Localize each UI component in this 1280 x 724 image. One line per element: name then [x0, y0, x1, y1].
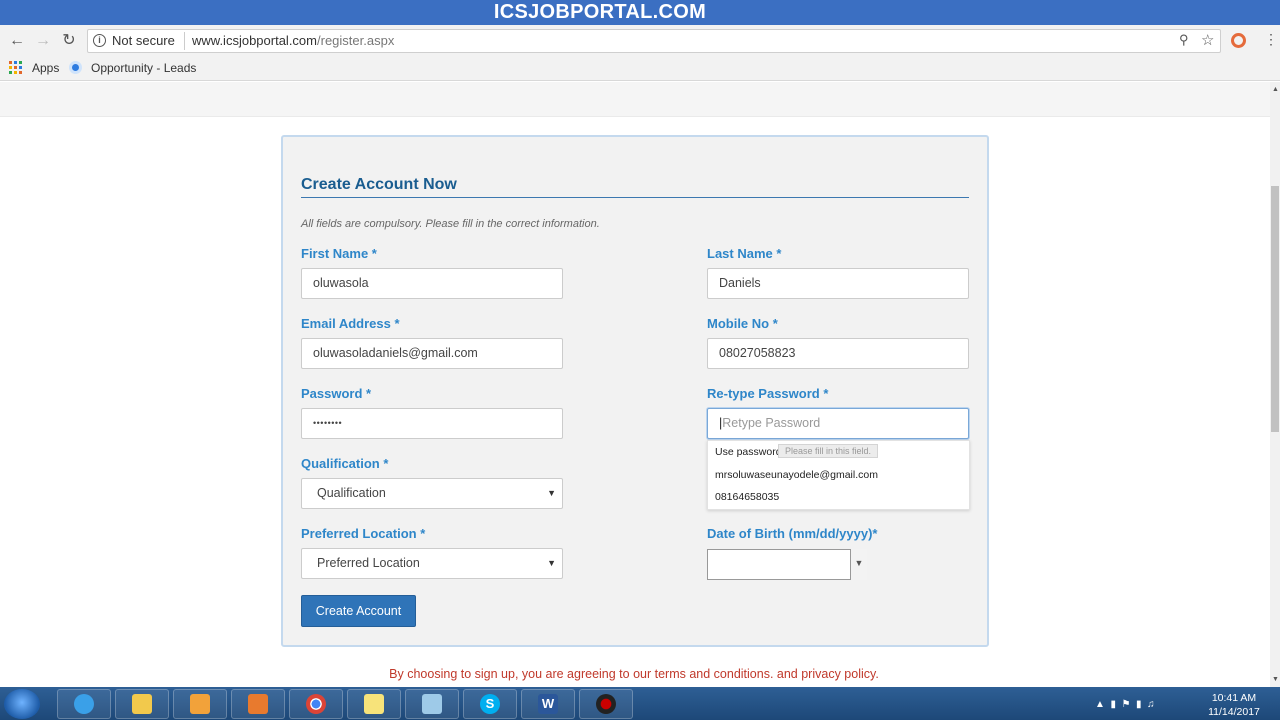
chrome-icon[interactable] — [289, 689, 343, 719]
chevron-down-icon: ▼ — [547, 558, 556, 568]
bookmark-opportunity-leads[interactable]: Opportunity - Leads — [91, 61, 196, 75]
recorder-icon[interactable] — [579, 689, 633, 719]
first-name-input[interactable]: oluwasola — [301, 268, 563, 299]
last-name-label: Last Name * — [707, 246, 782, 261]
back-icon[interactable]: ← — [6, 30, 28, 52]
scrollbar-thumb[interactable] — [1271, 186, 1279, 432]
retype-password-placeholder: Retype Password — [722, 416, 821, 430]
form-title: Create Account Now — [301, 176, 457, 193]
password-input[interactable]: •••••••• — [301, 408, 563, 439]
validation-tooltip: Please fill in this field. — [778, 444, 879, 458]
email-label: Email Address * — [301, 316, 400, 331]
terms-text: By choosing to sign up, you are agreeing… — [389, 667, 879, 681]
dob-dropdown-icon[interactable]: ▼ — [850, 549, 867, 580]
dob-label: Date of Birth (mm/dd/yyyy)* — [707, 526, 878, 541]
banner-title: ICSJOBPORTAL.COM — [493, 1, 707, 23]
qualification-selected: Qualification — [317, 486, 386, 500]
retype-password-input[interactable]: |Retype Password — [707, 408, 969, 439]
chevron-down-icon: ▼ — [547, 488, 556, 498]
sticky-notes-icon[interactable] — [347, 689, 401, 719]
outlook-icon[interactable] — [173, 689, 227, 719]
url-domain: www.icsjobportal.com — [192, 33, 317, 48]
header-band — [0, 82, 1270, 117]
scroll-up-icon[interactable]: ▲ — [1272, 86, 1279, 93]
taskbar-clock[interactable]: 10:41 AM 11/14/2017 — [1206, 691, 1262, 719]
clock-time: 10:41 AM — [1211, 692, 1257, 704]
last-name-input[interactable]: Daniels — [707, 268, 969, 299]
apps-grid-icon[interactable] — [9, 61, 23, 75]
info-icon[interactable]: i — [93, 34, 106, 47]
internet-explorer-icon[interactable] — [57, 689, 111, 719]
key-icon[interactable]: ⚲ — [1179, 32, 1189, 48]
omnibox-divider — [184, 32, 185, 50]
word-icon[interactable]: W — [521, 689, 575, 719]
security-status[interactable]: Not secure — [112, 33, 175, 48]
start-button-icon[interactable] — [4, 689, 40, 719]
media-player-icon[interactable] — [231, 689, 285, 719]
opportunity-favicon-icon — [69, 61, 82, 74]
create-account-button[interactable]: Create Account — [301, 595, 416, 627]
skype-icon[interactable]: S — [463, 689, 517, 719]
qualification-select[interactable]: Qualification ▼ — [301, 478, 563, 509]
preferred-location-label: Preferred Location * — [301, 526, 426, 541]
qualification-label: Qualification * — [301, 456, 389, 471]
title-divider — [301, 197, 969, 198]
mobile-label: Mobile No * — [707, 316, 778, 331]
preferred-location-select[interactable]: Preferred Location ▼ — [301, 548, 563, 579]
app-icon[interactable] — [405, 689, 459, 719]
url-path: /register.aspx — [317, 33, 395, 48]
first-name-label: First Name * — [301, 246, 377, 261]
mobile-input[interactable]: 08027058823 — [707, 338, 969, 369]
dob-input[interactable] — [707, 549, 867, 580]
form-note: All fields are compulsory. Please fill i… — [301, 218, 600, 230]
reload-icon[interactable]: ↻ — [58, 30, 80, 52]
password-label: Password * — [301, 386, 372, 401]
star-icon[interactable]: ☆ — [1201, 31, 1214, 49]
preferred-location-selected: Preferred Location — [317, 556, 420, 570]
autofill-option-phone[interactable]: 08164658035 — [715, 491, 779, 503]
email-input[interactable]: oluwasoladaniels@gmail.com — [301, 338, 563, 369]
retype-password-label: Re-type Password * — [707, 386, 829, 401]
scroll-down-icon[interactable]: ▼ — [1272, 676, 1279, 683]
system-tray-icons[interactable]: ▲ ▮ ⚑ ▮ ♫ — [1095, 699, 1155, 710]
bookmark-apps[interactable]: Apps — [32, 61, 59, 75]
url-text[interactable]: www.icsjobportal.com/register.aspx — [192, 33, 394, 48]
extension-icon[interactable] — [1231, 33, 1246, 48]
menu-icon[interactable]: ⋮ — [1264, 31, 1278, 48]
forward-icon[interactable]: → — [32, 30, 54, 52]
autofill-option-email[interactable]: mrsoluwaseunayodele@gmail.com — [715, 469, 878, 481]
clock-date: 11/14/2017 — [1208, 706, 1260, 718]
file-explorer-icon[interactable] — [115, 689, 169, 719]
